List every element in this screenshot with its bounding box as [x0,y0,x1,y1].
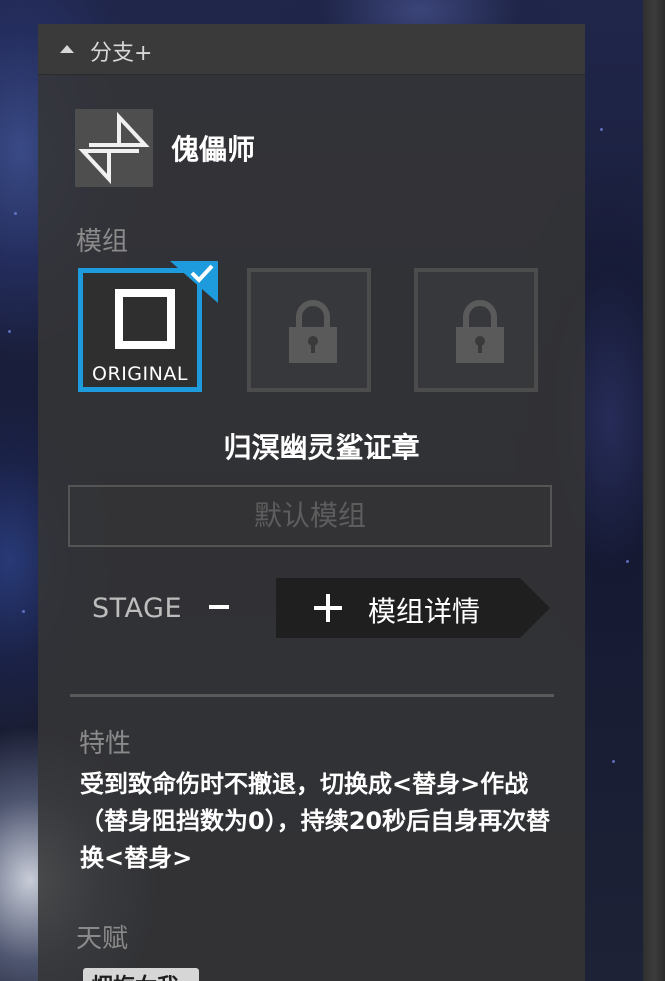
puppeteer-branch-icon [75,109,153,187]
details-label: 模组详情 [368,595,481,628]
module-slot-locked-3[interactable] [414,268,538,392]
talent-section-label: 天赋 [76,924,129,954]
checkmark-icon [170,261,218,303]
minus-icon[interactable] [209,605,229,609]
star-sparkle [8,330,11,333]
right-edge-strip [643,0,665,981]
talent-tag[interactable]: 烟梅女我 [83,968,199,981]
panel-header[interactable]: 分支+ [38,24,585,75]
branch-panel: 分支+ 傀儡师 模组 ORIGINAL 归溟幽灵鲨证章 默认模组 STAGE 模… [38,24,585,981]
lock-icon [289,300,337,363]
stage-label: STAGE [92,593,183,624]
star-sparkle [612,760,615,763]
module-slot-locked-2[interactable] [247,268,371,392]
caret-up-icon[interactable] [60,45,74,53]
star-sparkle [600,128,603,131]
module-details-button[interactable]: 模组详情 [276,578,550,638]
module-slot-label: ORIGINAL [92,363,188,385]
trait-section-label: 特性 [79,729,132,759]
star-sparkle [22,610,25,613]
square-outline-icon [115,289,175,349]
star-sparkle [14,212,17,215]
modules-section-label: 模组 [76,227,129,257]
star-sparkle [626,560,629,563]
profession-name: 傀儡师 [171,133,256,166]
trait-description: 受到致命伤时不撤退，切换成<替身>作战（替身阻挡数为0），持续20秒后自身再次替… [80,770,551,872]
panel-title: 分支+ [90,41,153,66]
default-module-button[interactable]: 默认模组 [68,485,552,547]
plus-icon [314,594,342,622]
lock-icon [456,300,504,363]
divider [70,694,554,697]
selected-module-name: 归溟幽灵鲨证章 [223,431,420,464]
